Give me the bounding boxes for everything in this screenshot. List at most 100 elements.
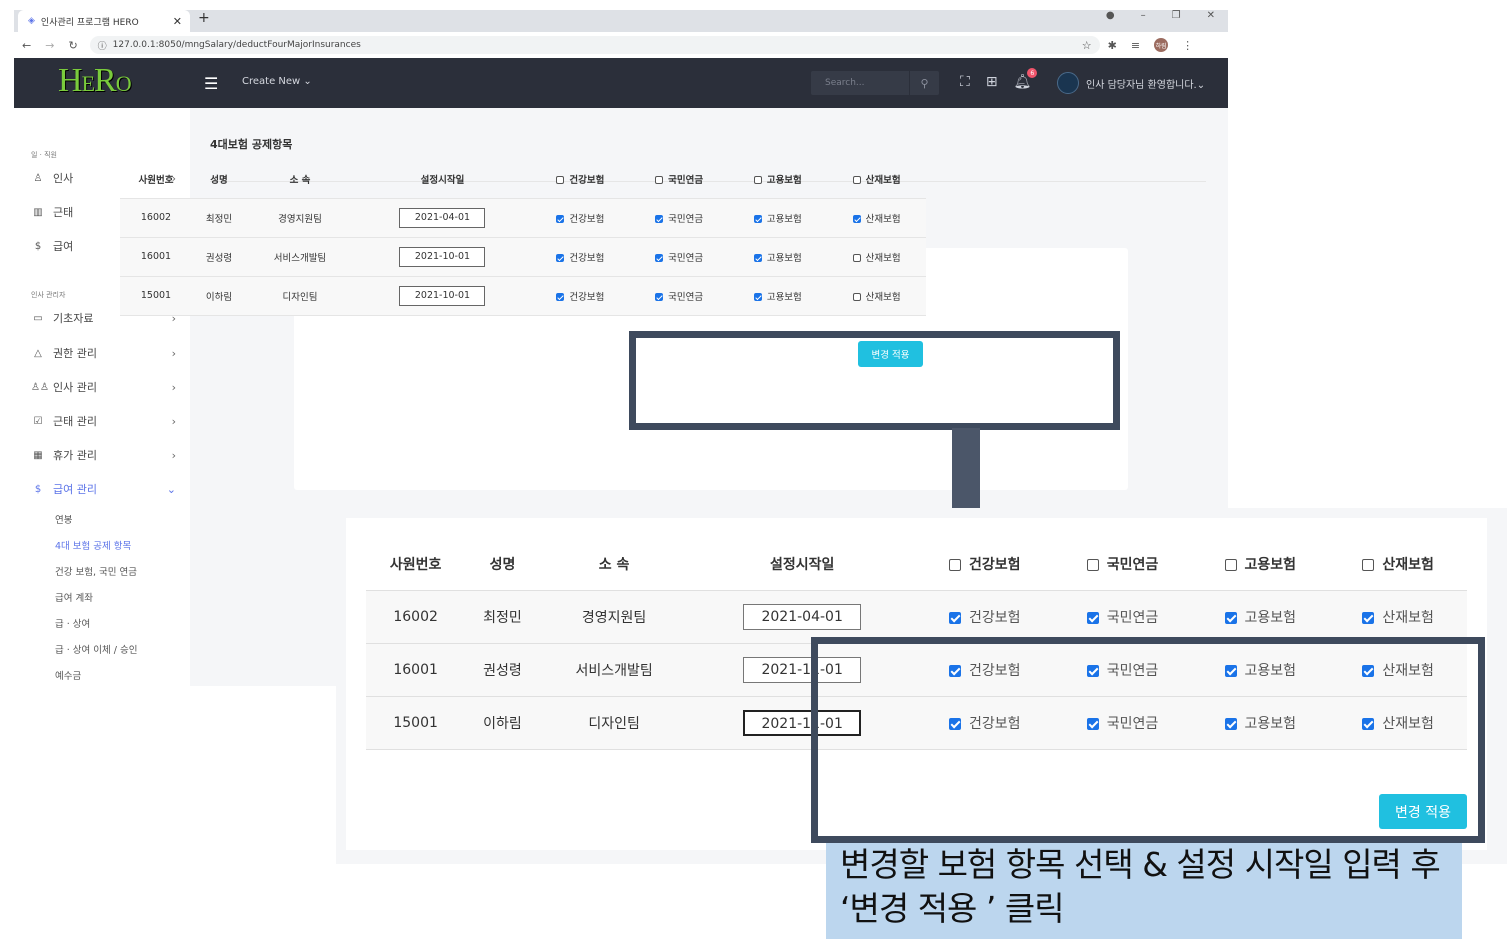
start-date-input[interactable]: 2021-10-01 bbox=[399, 246, 486, 267]
select-all-employment-checkbox[interactable] bbox=[753, 176, 762, 185]
building-icon: ▥ bbox=[33, 206, 43, 218]
hamburger-menu-icon[interactable]: ☰ bbox=[204, 74, 218, 93]
sidebar-item-label: 인사 관리 bbox=[53, 381, 97, 394]
select-all-employment-checkbox[interactable] bbox=[1224, 558, 1237, 571]
health-checkbox[interactable] bbox=[556, 215, 565, 223]
bookmark-star-icon[interactable]: ☆ bbox=[1082, 39, 1092, 52]
sidebar-subitem-withholding[interactable]: 예수금 bbox=[55, 668, 81, 682]
sidebar-item-attendance-management[interactable]: ☑ 근태 관리 › bbox=[31, 411, 176, 431]
select-all-accident-checkbox[interactable] bbox=[1362, 558, 1375, 571]
minimize-icon[interactable]: – bbox=[1141, 10, 1146, 21]
cell-name: 권성령 bbox=[191, 237, 246, 277]
profile-menu-icon[interactable]: ● bbox=[1106, 10, 1115, 21]
accident-checkbox[interactable] bbox=[852, 215, 861, 223]
url-field[interactable]: ⓘ 127.0.0.1:8050/mngSalary/deductFourMaj… bbox=[89, 36, 1100, 54]
col-department: 소 속 bbox=[539, 538, 689, 591]
pension-checkbox[interactable] bbox=[655, 293, 664, 301]
select-all-accident-checkbox[interactable] bbox=[852, 176, 861, 185]
reload-icon[interactable]: ↻ bbox=[68, 39, 77, 52]
warning-icon: △ bbox=[34, 347, 42, 359]
app-header: HERO ☰ Create New ⌄ Search... ⚲ ⛶ ⊞ 🔔︎ 6 … bbox=[14, 58, 1228, 108]
pension-checkbox[interactable] bbox=[655, 215, 664, 223]
employment-checkbox[interactable] bbox=[753, 215, 762, 223]
col-pension[interactable]: 국민연금 bbox=[1053, 538, 1192, 591]
fullscreen-icon[interactable]: ⛶ bbox=[960, 74, 970, 90]
col-employment-label: 고용보험 bbox=[766, 174, 802, 186]
sidebar-item-salary-management[interactable]: $ 급여 관리 ⌄ bbox=[31, 479, 176, 499]
sidebar-item-permissions[interactable]: △ 권한 관리 › bbox=[31, 343, 176, 363]
cell-accident: 산재보험 bbox=[827, 276, 926, 316]
extensions-icon[interactable]: ✱ bbox=[1108, 39, 1117, 52]
employment-checkbox[interactable] bbox=[753, 293, 762, 301]
accident-label: 산재보험 bbox=[1382, 609, 1434, 626]
employment-label: 고용보험 bbox=[766, 291, 802, 303]
search-icon[interactable]: ⚲ bbox=[909, 71, 939, 95]
sidebar-subitem-four-insurances[interactable]: 4대 보험 공제 항목 bbox=[55, 538, 131, 552]
accident-checkbox[interactable] bbox=[852, 293, 861, 301]
sidebar-subitem-health-pension[interactable]: 건강 보험, 국민 연금 bbox=[55, 564, 137, 578]
restore-icon[interactable]: ❐ bbox=[1172, 10, 1181, 21]
sidebar-subitem-pay-bonus[interactable]: 급 · 상여 bbox=[55, 616, 90, 630]
browser-tab[interactable]: ◈ 인사관리 프로그램 HERO ✕ bbox=[18, 10, 190, 32]
user-avatar[interactable] bbox=[1057, 72, 1079, 94]
create-new-dropdown[interactable]: Create New ⌄ bbox=[242, 76, 312, 87]
apps-grid-icon[interactable]: ⊞ bbox=[986, 74, 998, 90]
accident-checkbox[interactable] bbox=[852, 254, 861, 262]
cell-pension: 국민연금 bbox=[1053, 590, 1192, 644]
select-all-health-checkbox[interactable] bbox=[556, 176, 565, 185]
insurance-table: 사원번호 성명 소 속 설정시작일 건강보험 국민연금 고용보험 산재보험 16… bbox=[120, 160, 926, 316]
back-icon[interactable]: ← bbox=[22, 39, 31, 52]
pension-checkbox[interactable] bbox=[1086, 611, 1099, 624]
col-start-date: 설정시작일 bbox=[688, 538, 916, 591]
sidebar-item-hr-management[interactable]: ♙♙ 인사 관리 › bbox=[31, 377, 176, 397]
health-checkbox[interactable] bbox=[948, 611, 961, 624]
profile-avatar[interactable]: 하림 bbox=[1154, 38, 1169, 52]
sidebar-item-label: 급여 관리 bbox=[53, 483, 97, 496]
header-icons: ⛶ ⊞ 🔔︎ 6 bbox=[960, 68, 1038, 90]
health-label: 건강보험 bbox=[569, 252, 605, 264]
user-menu[interactable]: 인사 담당자님 환영합니다.⌄ bbox=[1086, 76, 1205, 91]
col-employee-id: 사원번호 bbox=[366, 538, 466, 591]
table-row: 16002 최정민 경영지원팀 2021-04-01 건강보험 국민연금 고용보험 산재보험 bbox=[120, 198, 926, 238]
employment-checkbox[interactable] bbox=[1224, 611, 1237, 624]
reading-list-icon[interactable]: ≡ bbox=[1131, 39, 1140, 52]
sidebar-subitem-salary-account[interactable]: 급여 계좌 bbox=[55, 590, 93, 604]
cell-pension: 국민연금 bbox=[629, 237, 729, 277]
select-all-health-checkbox[interactable] bbox=[948, 558, 961, 571]
start-date-input[interactable]: 2021-04-01 bbox=[399, 207, 486, 228]
start-date-input[interactable]: 2021-10-01 bbox=[399, 285, 486, 306]
pension-checkbox[interactable] bbox=[655, 254, 664, 262]
health-checkbox[interactable] bbox=[556, 254, 565, 262]
accident-checkbox[interactable] bbox=[1362, 611, 1375, 624]
forward-icon[interactable]: → bbox=[45, 39, 54, 52]
col-employment[interactable]: 고용보험 bbox=[728, 160, 828, 199]
notification-bell-icon[interactable]: 🔔︎ 6 bbox=[1014, 68, 1038, 90]
col-accident[interactable]: 산재보험 bbox=[827, 160, 926, 199]
sidebar-item-label: 급여 bbox=[53, 240, 74, 253]
health-checkbox[interactable] bbox=[556, 293, 565, 301]
header-search-input[interactable]: Search... ⚲ bbox=[811, 71, 939, 95]
sidebar-subitem-transfer-approval[interactable]: 급 · 상여 이체 / 승인 bbox=[55, 642, 138, 656]
window-close-icon[interactable]: ✕ bbox=[1207, 10, 1215, 21]
hero-logo[interactable]: HERO bbox=[58, 62, 132, 100]
col-pension[interactable]: 국민연금 bbox=[629, 160, 729, 199]
new-tab-button[interactable]: + bbox=[198, 10, 210, 26]
employment-checkbox[interactable] bbox=[753, 254, 762, 262]
col-accident[interactable]: 산재보험 bbox=[1329, 538, 1467, 591]
select-all-pension-checkbox[interactable] bbox=[1086, 558, 1099, 571]
cell-employee-id: 16001 bbox=[120, 237, 192, 277]
sidebar-item-label: 기초자료 bbox=[53, 312, 94, 325]
browser-menu-icon[interactable]: ⋮ bbox=[1182, 39, 1193, 52]
cell-start-date: 2021-04-01 bbox=[688, 590, 916, 644]
start-date-input[interactable]: 2021-04-01 bbox=[743, 603, 862, 630]
cell-start-date: 2021-10-01 bbox=[353, 237, 531, 277]
select-all-pension-checkbox[interactable] bbox=[655, 176, 664, 185]
sidebar-subitem-annual-salary[interactable]: 연봉 bbox=[55, 512, 72, 526]
col-health[interactable]: 건강보험 bbox=[530, 160, 630, 199]
col-health[interactable]: 건강보험 bbox=[915, 538, 1054, 591]
table-row: 16002 최정민 경영지원팀 2021-04-01 건강보험 국민연금 고용보험 산재보험 bbox=[366, 590, 1467, 644]
col-employment[interactable]: 고용보험 bbox=[1191, 538, 1330, 591]
close-tab-icon[interactable]: ✕ bbox=[173, 15, 182, 28]
sidebar-item-label: 인사 bbox=[53, 172, 74, 185]
sidebar-item-leave-management[interactable]: ▦ 휴가 관리 › bbox=[31, 445, 176, 465]
